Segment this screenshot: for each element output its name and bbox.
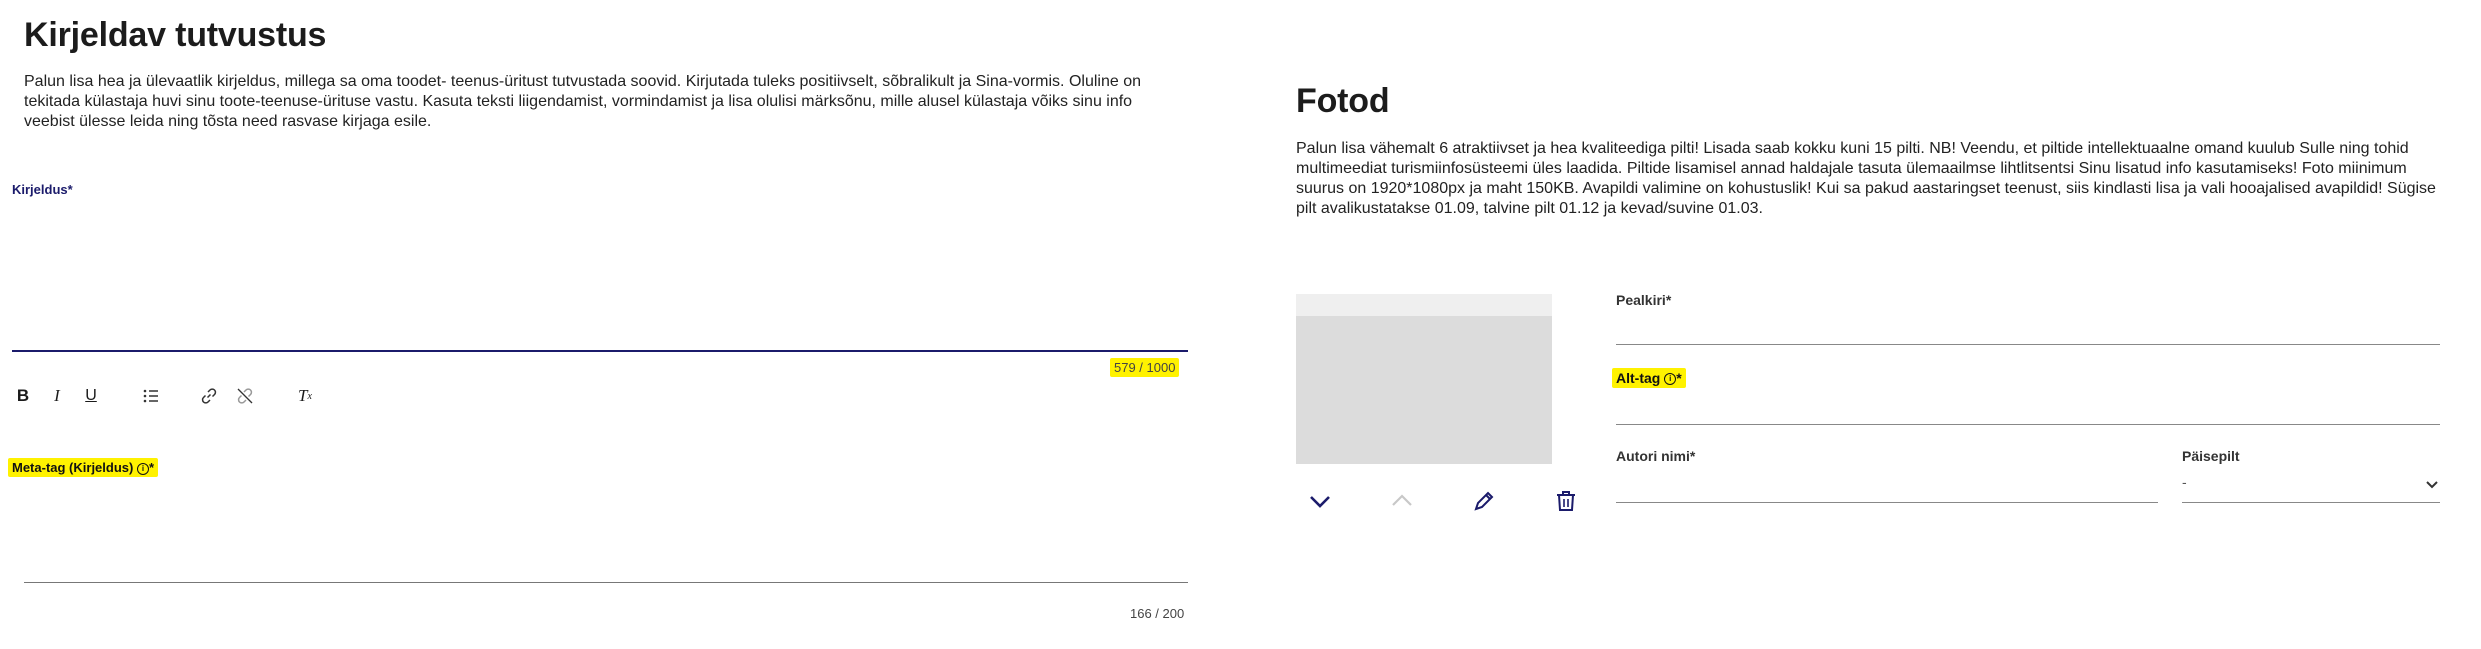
meta-tag-label: Meta-tag (Kirjeldus) i * bbox=[8, 458, 159, 477]
photos-title: Fotod bbox=[1296, 82, 1390, 120]
unlink-button[interactable] bbox=[234, 385, 256, 407]
meta-tag-underline bbox=[24, 582, 1188, 583]
alt-tag-label: Alt-tag i * bbox=[1612, 368, 1686, 388]
pencil-icon bbox=[1474, 491, 1494, 511]
link-button[interactable] bbox=[198, 385, 220, 407]
delete-image-button[interactable] bbox=[1548, 483, 1584, 519]
clear-format-label: T bbox=[298, 386, 308, 405]
photos-intro: Palun lisa vähemalt 6 atraktiivset ja he… bbox=[1296, 140, 2436, 217]
unlink-icon bbox=[237, 388, 253, 404]
trash-icon bbox=[1557, 491, 1575, 511]
meta-tag-input[interactable] bbox=[24, 480, 1188, 580]
description-title: Kirjeldav tutvustus bbox=[24, 16, 327, 54]
description-intro: Palun lisa hea ja ülevaatlik kirjeldus, … bbox=[24, 73, 1141, 130]
pealkiri-label: Pealkiri* bbox=[1616, 292, 1672, 308]
edit-image-button[interactable] bbox=[1466, 483, 1502, 519]
info-icon[interactable]: i bbox=[1664, 373, 1677, 386]
pealkiri-underline bbox=[1616, 344, 2440, 345]
author-underline bbox=[1616, 502, 2158, 503]
italic-button[interactable]: I bbox=[46, 385, 68, 407]
author-input[interactable] bbox=[1616, 470, 2158, 500]
alt-tag-input[interactable] bbox=[1616, 392, 2440, 422]
underline-button[interactable]: U bbox=[80, 385, 102, 407]
chevron-down-icon bbox=[2426, 481, 2438, 489]
cover-image-underline bbox=[2182, 502, 2440, 503]
bullet-list-icon bbox=[143, 389, 158, 403]
description-field-label: Kirjeldus* bbox=[12, 182, 73, 197]
meta-tag-label-text: Meta-tag (Kirjeldus) bbox=[12, 460, 134, 475]
clear-format-sub: x bbox=[307, 390, 312, 402]
meta-tag-required: * bbox=[148, 460, 155, 475]
cover-image-value: - bbox=[2182, 474, 2187, 490]
description-counter: 579 / 1000 bbox=[1110, 358, 1180, 377]
meta-tag-counter: 166 / 200 bbox=[1130, 606, 1185, 621]
cover-image-label: Päisepilt bbox=[2182, 448, 2240, 464]
alt-tag-underline bbox=[1616, 424, 2440, 425]
italic-label: I bbox=[54, 386, 60, 405]
move-down-button[interactable] bbox=[1302, 483, 1338, 519]
pealkiri-input[interactable] bbox=[1616, 312, 2440, 342]
description-editor[interactable] bbox=[12, 200, 1188, 350]
underline-label: U bbox=[85, 387, 97, 404]
image-placeholder[interactable] bbox=[1296, 316, 1552, 464]
info-icon[interactable]: i bbox=[136, 462, 149, 475]
link-icon bbox=[201, 388, 217, 404]
alt-tag-required: * bbox=[1676, 370, 1682, 386]
bold-button[interactable]: B bbox=[12, 385, 34, 407]
clear-format-button[interactable]: Tx bbox=[294, 385, 316, 407]
alt-tag-label-text: Alt-tag bbox=[1616, 370, 1661, 386]
author-label: Autori nimi* bbox=[1616, 448, 1696, 464]
chevron-down-icon bbox=[1310, 496, 1330, 508]
move-up-button[interactable] bbox=[1384, 483, 1420, 519]
description-underline bbox=[12, 350, 1188, 352]
bullet-list-button[interactable] bbox=[140, 385, 162, 407]
chevron-up-icon bbox=[1392, 494, 1412, 506]
image-header bbox=[1296, 294, 1552, 316]
cover-image-select[interactable]: - bbox=[2182, 468, 2440, 500]
bold-label: B bbox=[16, 386, 30, 405]
